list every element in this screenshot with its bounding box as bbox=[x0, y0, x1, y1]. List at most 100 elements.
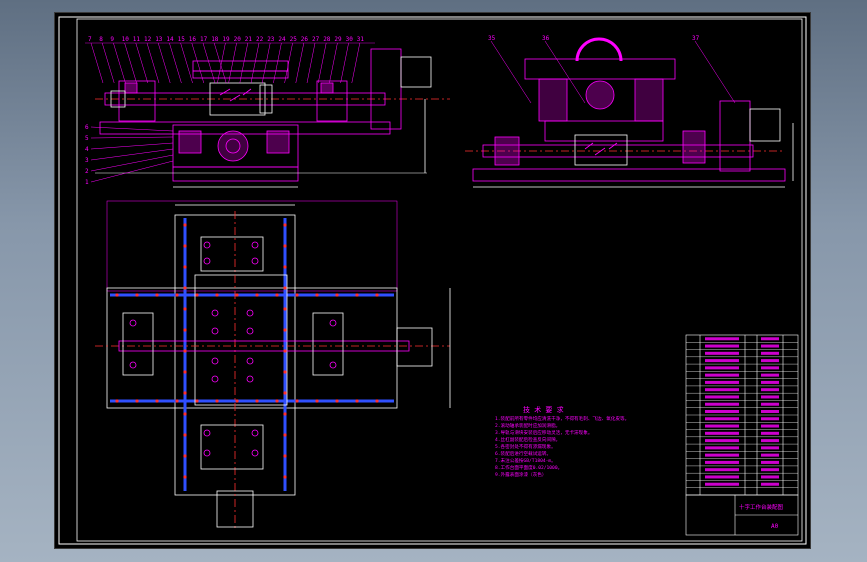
balloon-leader bbox=[135, 42, 149, 84]
top-balloons: 7 8 9 10 11 12 13 14 15 16 17 18 19 20 21 22 23 24 25 26 27 2… bbox=[85, 36, 375, 84]
bom-cell-text bbox=[761, 439, 779, 443]
rail-screw bbox=[183, 349, 187, 353]
bom-cell-text bbox=[705, 351, 739, 355]
rail-screw bbox=[255, 399, 259, 403]
rail-screw bbox=[283, 475, 287, 479]
balloon-leader bbox=[317, 42, 327, 84]
note-line: 2.滚动轴承装配时应加润滑脂。 bbox=[495, 422, 560, 429]
balloon-leader bbox=[90, 126, 174, 132]
balloon-label: 11 bbox=[133, 36, 141, 43]
bom-cell-text bbox=[761, 468, 779, 472]
balloon-label: 13 bbox=[155, 36, 163, 43]
balloon-leader bbox=[90, 154, 174, 172]
rail-screw bbox=[283, 349, 287, 353]
side-arch bbox=[575, 37, 623, 62]
balloon-label: 17 bbox=[200, 36, 208, 43]
rail-screw bbox=[283, 223, 287, 227]
bom-cell-text bbox=[705, 337, 739, 341]
bom-cell-text bbox=[761, 351, 779, 355]
balloon-label: 24 bbox=[278, 36, 286, 43]
balloon-leader bbox=[295, 42, 305, 84]
bom-cell-text bbox=[705, 475, 739, 479]
balloon-label: 31 bbox=[357, 36, 365, 43]
balloon-leader bbox=[124, 42, 137, 84]
bom-cell-text bbox=[761, 366, 779, 370]
rail-screw bbox=[295, 399, 299, 403]
drawing-border bbox=[58, 16, 807, 545]
bom-cell-text bbox=[761, 431, 779, 435]
rail-screw bbox=[183, 391, 187, 395]
balloon-label: 5 bbox=[85, 135, 89, 142]
balloon-label: 7 bbox=[88, 36, 92, 43]
rail-screw bbox=[355, 293, 359, 297]
balloon-label: 8 bbox=[99, 36, 103, 43]
balloon-label: 20 bbox=[234, 36, 242, 43]
balloon-label: 18 bbox=[211, 36, 219, 43]
balloon-label: 6 bbox=[85, 124, 89, 131]
bom-cell-text bbox=[761, 482, 779, 486]
gear-bearing-l bbox=[178, 130, 202, 154]
balloon-label: 35 bbox=[488, 35, 496, 42]
bom-cell-text bbox=[705, 373, 739, 377]
balloon-leader bbox=[694, 40, 736, 104]
balloon-leader bbox=[202, 42, 216, 84]
balloon-leader bbox=[340, 42, 349, 84]
balloon-label: 3 bbox=[85, 157, 89, 164]
bom-cell-text bbox=[705, 395, 739, 399]
rail-screw bbox=[183, 286, 187, 290]
rail-screw bbox=[375, 399, 379, 403]
technical-notes: 技 术 要 求 1.装配前所有零件均应清洗干净，不得有毛刺、飞边、氧化皮等。2.… bbox=[495, 405, 629, 478]
bom-cell-text bbox=[705, 424, 739, 428]
motor-housing bbox=[370, 48, 402, 130]
bom-cell-text bbox=[705, 402, 739, 406]
bolt-hole bbox=[329, 319, 337, 327]
bom-cell-text bbox=[705, 446, 739, 450]
bolt-hole bbox=[211, 375, 219, 383]
balloon-label: 22 bbox=[256, 36, 264, 43]
table-slot bbox=[192, 70, 289, 79]
bolt-hole bbox=[251, 429, 259, 437]
bolt-hole bbox=[246, 327, 254, 335]
side-table bbox=[524, 58, 676, 80]
bolt-hole bbox=[246, 375, 254, 383]
note-line: 3.导轨与滑块安装后应移动灵活，无卡滞现象。 bbox=[495, 429, 592, 436]
carriage-left bbox=[122, 312, 154, 376]
balloon-leader bbox=[146, 42, 160, 84]
bolt-hole bbox=[329, 361, 337, 369]
bom-cell-text bbox=[761, 337, 779, 341]
balloon-label: 37 bbox=[692, 35, 700, 42]
motor-x bbox=[396, 327, 433, 367]
rail-screw bbox=[183, 454, 187, 458]
bolt-hole bbox=[246, 357, 254, 365]
balloon-leader bbox=[239, 42, 249, 84]
balloon-leader bbox=[101, 42, 115, 84]
rail-screw bbox=[235, 399, 239, 403]
balloon-label: 28 bbox=[323, 36, 331, 43]
bom-cell-text bbox=[705, 359, 739, 363]
bolt-hole bbox=[251, 449, 259, 457]
rail-screw bbox=[255, 293, 259, 297]
balloon-label: 12 bbox=[144, 36, 152, 43]
front-view bbox=[95, 48, 450, 188]
bolt-hole bbox=[129, 361, 137, 369]
side-nut bbox=[574, 134, 628, 166]
rail-screw bbox=[375, 293, 379, 297]
rail-screw bbox=[283, 433, 287, 437]
side-motor bbox=[749, 108, 781, 142]
balloon-label: 2 bbox=[85, 168, 89, 175]
rail-screw bbox=[183, 223, 187, 227]
motor bbox=[400, 56, 432, 88]
bolt-hole bbox=[251, 241, 259, 249]
rail-screw bbox=[295, 293, 299, 297]
bolt-hole bbox=[211, 357, 219, 365]
balloon-leader bbox=[90, 160, 174, 183]
bom-cell-text bbox=[705, 344, 739, 348]
balloon-leader bbox=[90, 148, 174, 161]
balloon-label: 30 bbox=[346, 36, 354, 43]
balloon-label: 25 bbox=[290, 36, 298, 43]
balloon-leader bbox=[261, 42, 271, 84]
notes-lines: 1.装配前所有零件均应清洗干净，不得有毛刺、飞边、氧化皮等。2.滚动轴承装配时应… bbox=[495, 415, 629, 478]
rail-screw bbox=[135, 293, 139, 297]
bearing-right-hatch bbox=[320, 82, 334, 94]
bom-cell-text bbox=[705, 417, 739, 421]
